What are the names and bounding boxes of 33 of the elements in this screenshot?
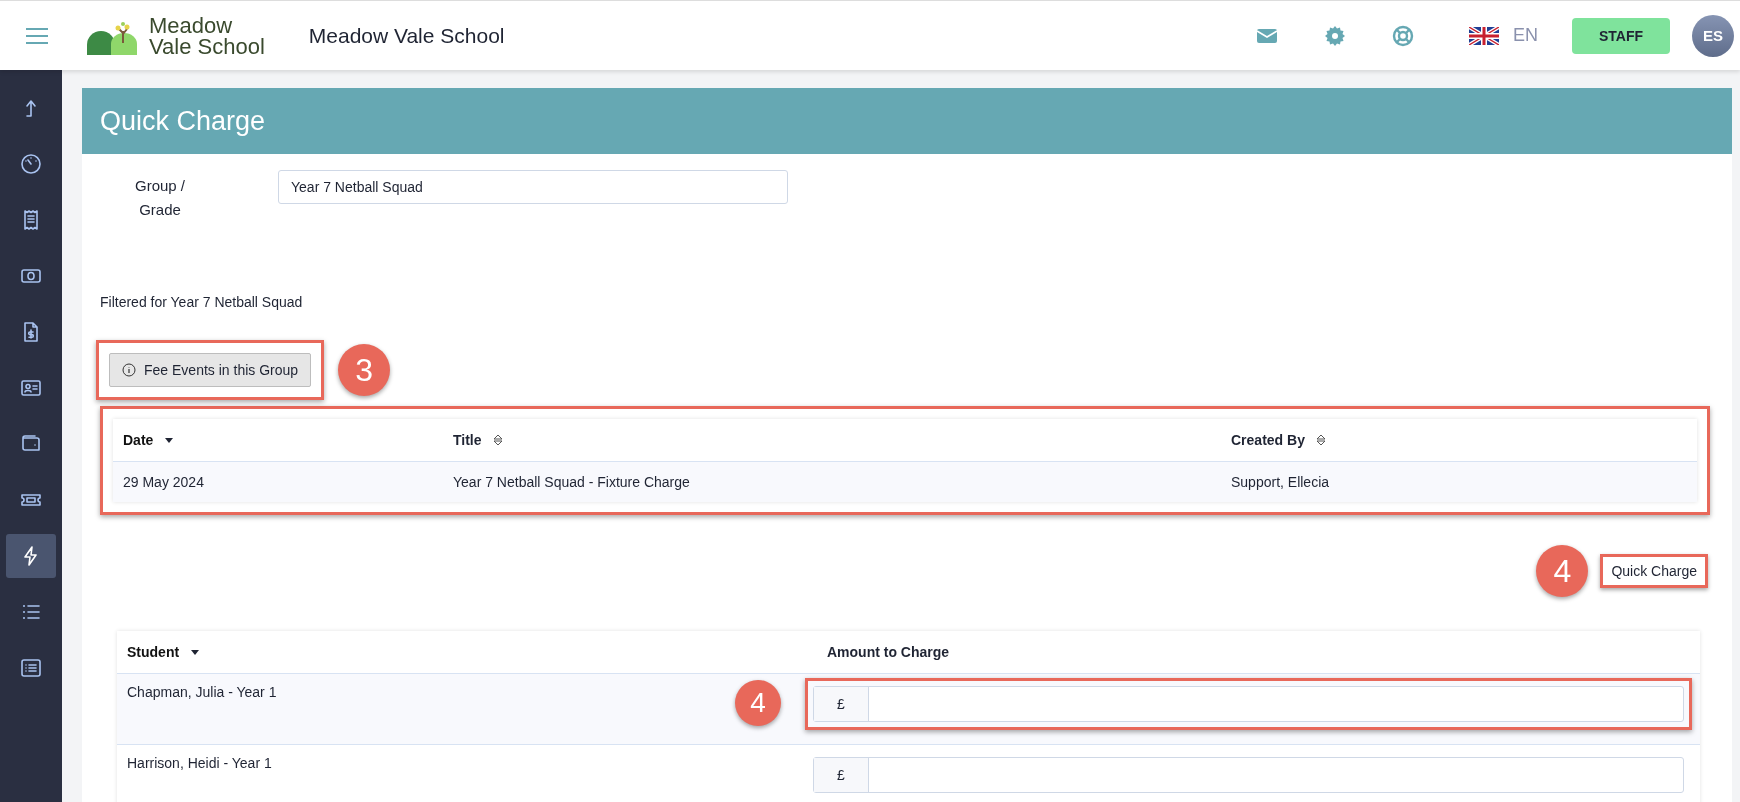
callout-badge: 4 [1536, 545, 1589, 597]
page-title: Quick Charge [82, 88, 1732, 154]
callout-badge: 3 [338, 344, 391, 396]
column-header[interactable]: Created By [1231, 432, 1327, 448]
field-label: Group / Grade [134, 176, 186, 220]
staff-button[interactable]: STAFF [1572, 17, 1670, 54]
flag-icon [1469, 26, 1499, 45]
quick-charge-button[interactable]: Quick Charge [1600, 554, 1708, 588]
user-avatar[interactable]: ES [1692, 14, 1734, 57]
sidebar-item[interactable] [6, 534, 56, 578]
filter-note: Filtered for Year 7 Netball Squad [100, 294, 304, 310]
menu-icon[interactable] [25, 26, 49, 45]
column-header[interactable]: Title [453, 432, 504, 448]
currency-addon: £ [814, 687, 869, 721]
school-name: Meadow Vale School [308, 23, 505, 48]
gauge-icon [19, 152, 43, 176]
lifebuoy-icon[interactable] [1391, 23, 1415, 48]
column-header[interactable]: Student [127, 644, 202, 660]
table-cell: 29 May 2024 [113, 462, 443, 502]
sort-icon [1314, 434, 1327, 446]
column-header: Amount to Charge [827, 644, 950, 660]
column-header[interactable]: Date [123, 432, 176, 448]
logo-text: Meadow Vale School [149, 14, 265, 57]
amount-field[interactable]: £ [813, 686, 1684, 722]
table-cell: Support, Ellecia [1221, 462, 1697, 502]
list-box-icon [19, 656, 43, 680]
fee-events-button[interactable]: Fee Events in this Group [109, 353, 312, 387]
currency-addon: £ [814, 758, 869, 792]
group-field[interactable]: Year 7 Netball Squad [278, 170, 788, 204]
amount-field[interactable]: £ [813, 757, 1684, 793]
info-icon [122, 363, 136, 377]
table-cell: Year 7 Netball Squad - Fixture Charge [443, 462, 1221, 502]
sort-icon [491, 434, 504, 446]
